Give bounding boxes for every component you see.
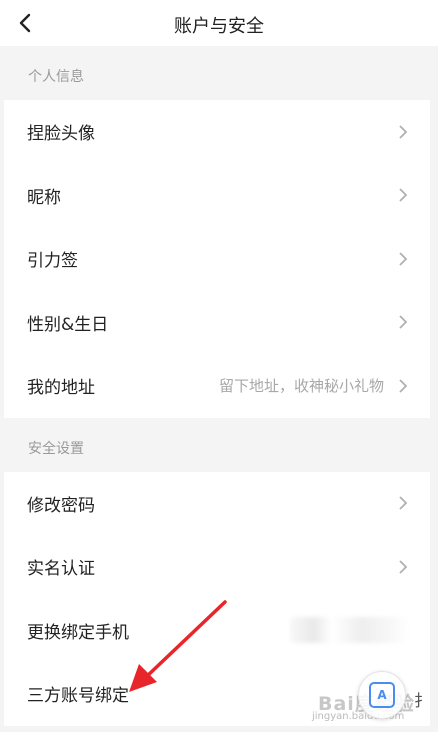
- blurred-phone-number: [290, 616, 410, 643]
- row-hint: 留下地址，收神秘小礼物: [218, 377, 384, 396]
- row-label: 引力签: [27, 251, 78, 272]
- top-bar: 账户与安全: [0, 0, 438, 46]
- chevron-right-icon: [399, 560, 408, 574]
- row-label: 更换绑定手机: [27, 622, 129, 643]
- row-label: 我的地址: [27, 378, 95, 399]
- row-label: 实名认证: [27, 559, 95, 580]
- row-gender-birthday[interactable]: 性别&生日: [4, 290, 430, 354]
- chevron-right-icon: [399, 496, 408, 510]
- row-address[interactable]: 我的地址 留下地址，收神秘小礼物: [4, 354, 430, 418]
- row-label: 昵称: [27, 187, 61, 208]
- chevron-right-icon: [399, 315, 408, 329]
- row-label: 性别&生日: [27, 314, 109, 335]
- row-label: 三方账号绑定: [27, 686, 129, 707]
- page-title: 账户与安全: [174, 16, 264, 37]
- chevron-right-icon: [399, 379, 408, 393]
- chevron-right-icon: [399, 125, 408, 139]
- chevron-right-icon: [399, 252, 408, 266]
- account-security-screen: 账户与安全 个人信息 捏脸头像 昵称 引力签 性别&生日 我的地址 留下地址，收…: [0, 0, 438, 732]
- row-nickname[interactable]: 昵称: [4, 163, 430, 227]
- row-signature[interactable]: 引力签: [4, 227, 430, 291]
- section-header-security: 安全设置: [4, 417, 430, 472]
- row-change-phone[interactable]: 更换绑定手机: [4, 598, 430, 662]
- settings-list: 个人信息 捏脸头像 昵称 引力签 性别&生日 我的地址 留下地址，收神秘小礼物 …: [4, 46, 430, 726]
- chevron-right-icon: [399, 188, 408, 202]
- row-change-password[interactable]: 修改密码: [4, 471, 430, 535]
- row-avatar[interactable]: 捏脸头像: [4, 100, 430, 164]
- row-label: 捏脸头像: [27, 124, 95, 145]
- row-real-name-verification[interactable]: 实名认证: [4, 535, 430, 599]
- row-third-party-binding[interactable]: 三方账号绑定: [4, 662, 430, 726]
- section-header-personal-info: 个人信息: [4, 46, 430, 100]
- row-label: 修改密码: [27, 495, 95, 516]
